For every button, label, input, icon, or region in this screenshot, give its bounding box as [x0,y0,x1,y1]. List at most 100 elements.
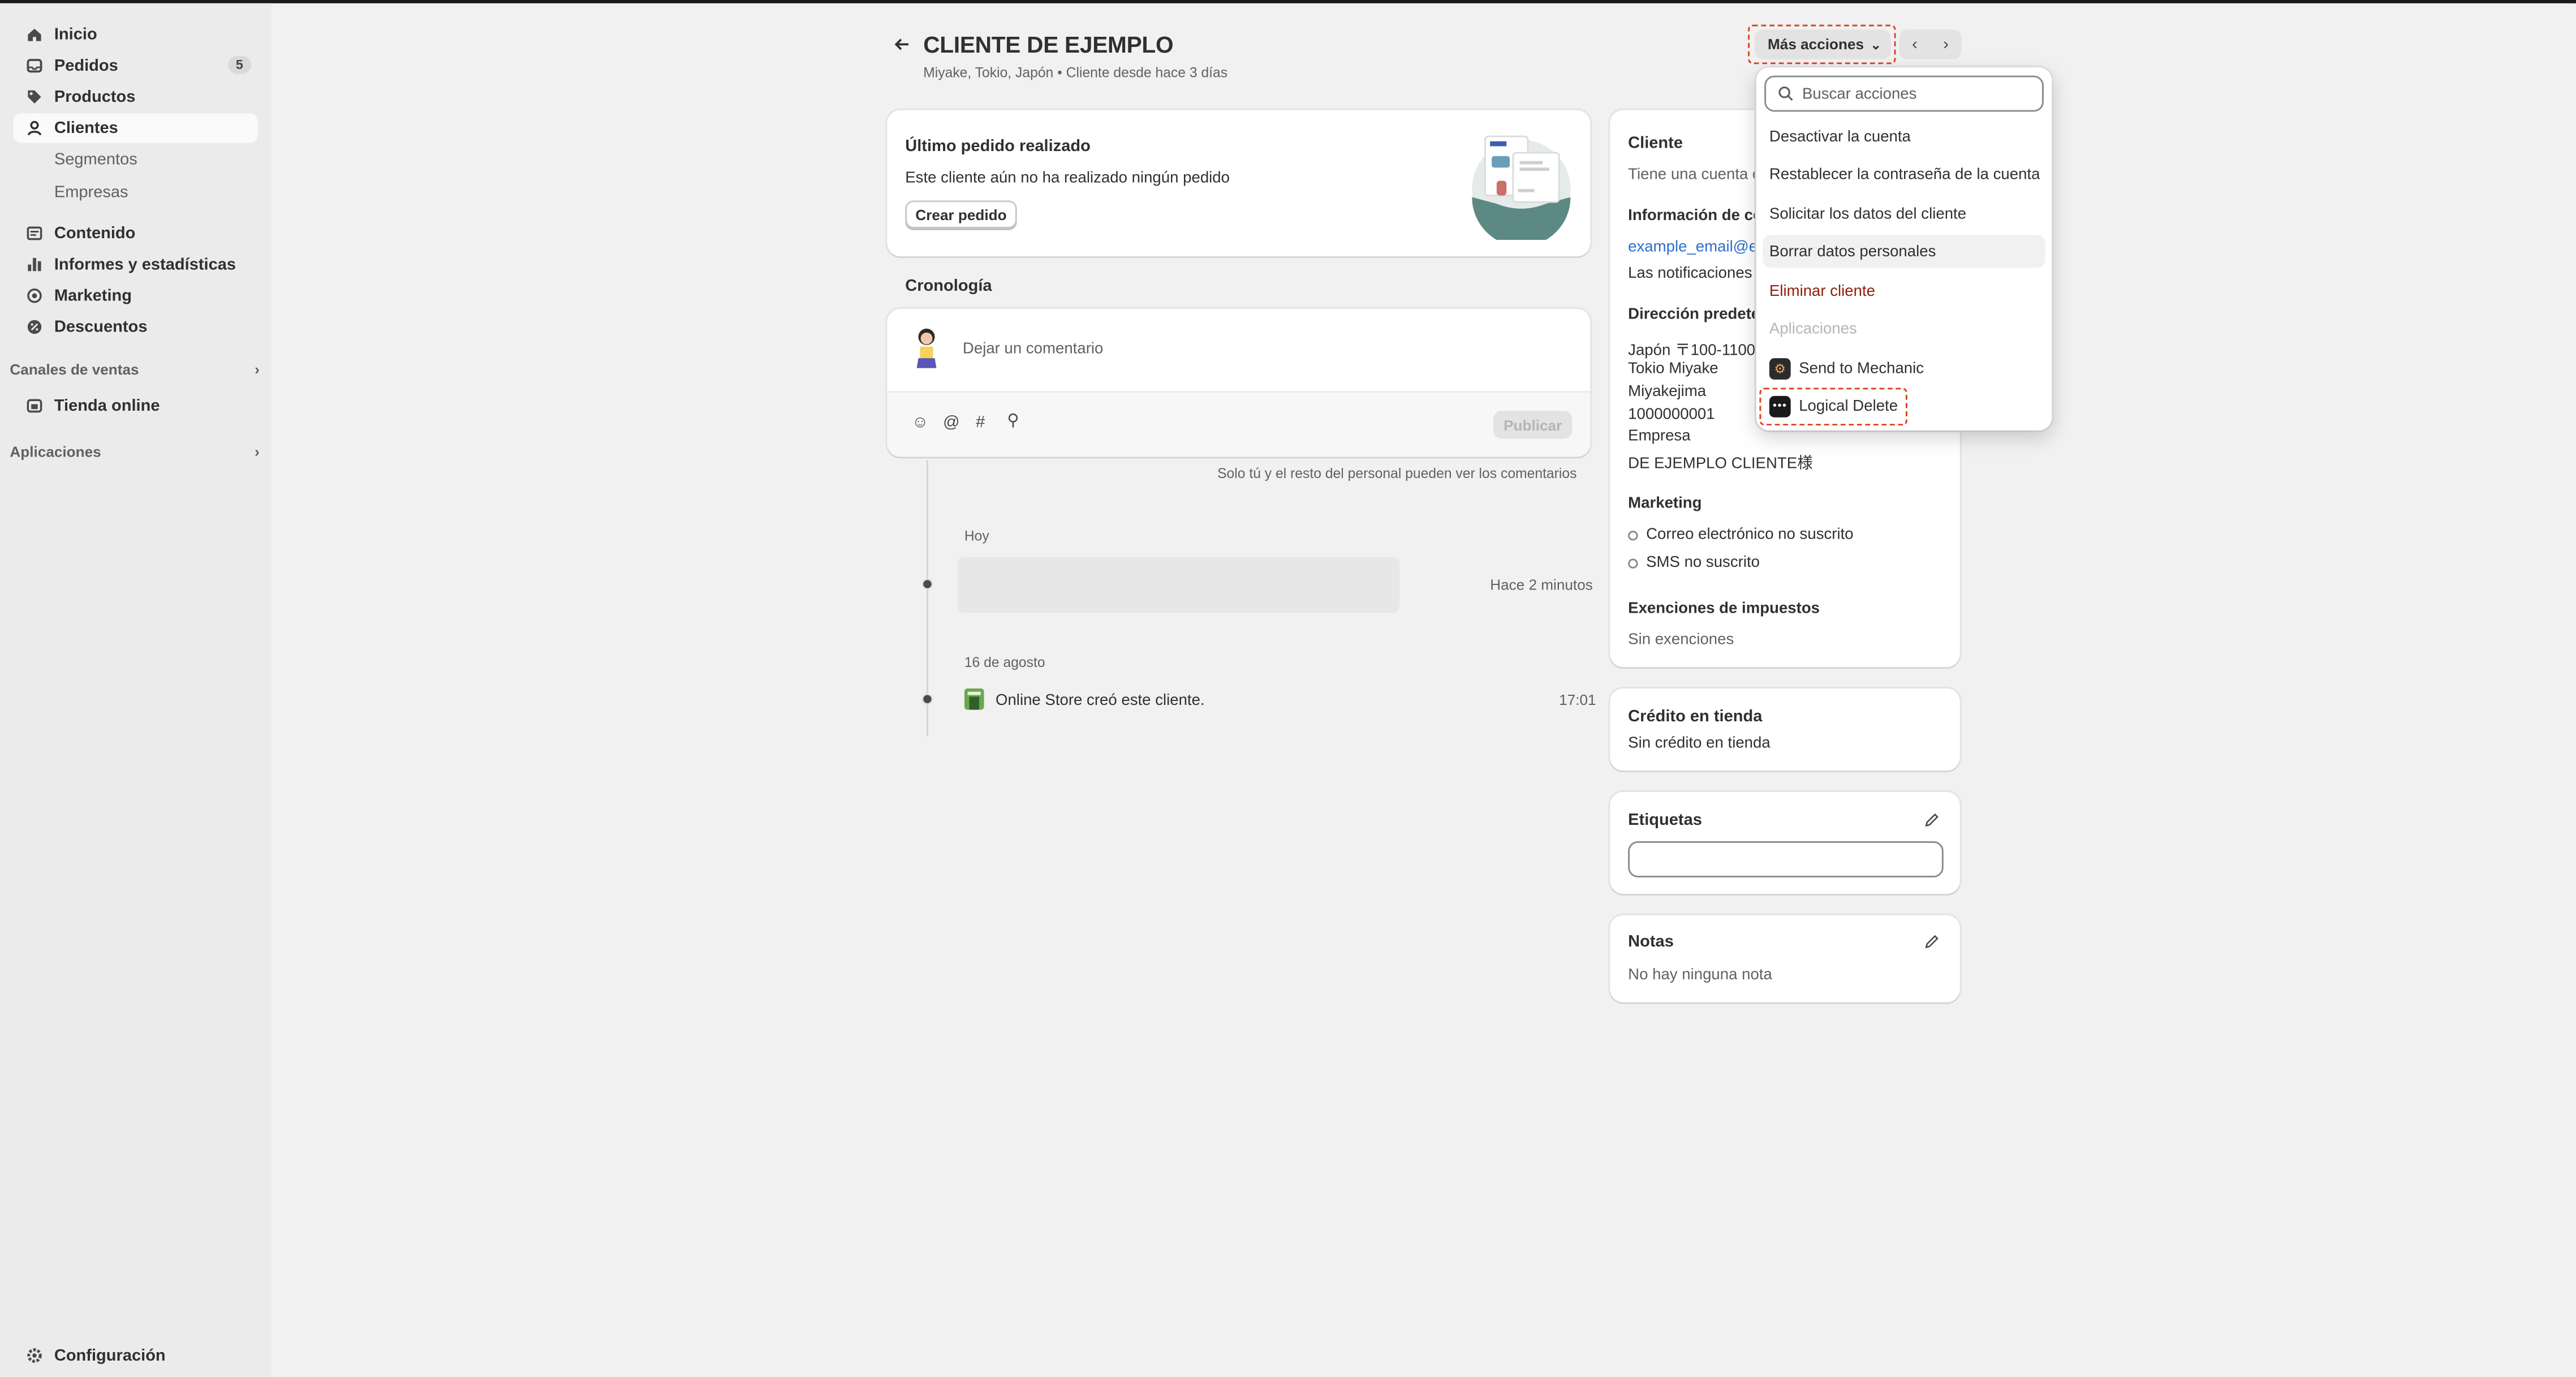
sidebar-item-customers[interactable]: Clientes [13,113,258,143]
menu-item-label: Send to Mechanic [1799,359,1924,377]
next-customer-button[interactable]: › [1930,29,1962,59]
sidebar-item-label: Clientes [54,119,118,137]
create-order-button[interactable]: Crear pedido [905,200,1017,229]
gear-icon [25,1346,45,1366]
app-window: Inicio Pedidos 5 Productos Clientes Segm… [0,0,2576,1377]
sales-channels-heading[interactable]: Canales de ventas › [10,362,259,378]
sidebar-item-home[interactable]: Inicio [13,20,258,49]
chevron-left-icon: ‹ [1912,35,1918,54]
address-heading: Dirección predete [1628,305,1760,324]
orders-count-badge: 5 [227,55,252,74]
page-subtitle: Miyake, Tokio, Japón • Cliente desde hac… [923,64,1228,81]
previous-customer-button[interactable]: ‹ [1899,29,1931,59]
tags-input[interactable] [1628,841,1944,877]
sidebar-item-label: Empresas [54,183,128,201]
apps-heading[interactable]: Aplicaciones › [10,444,259,460]
store-credit-card: Crédito en tienda Sin crédito en tienda [1610,688,1960,771]
tag-icon [25,87,45,107]
sidebar-item-marketing[interactable]: Marketing [13,281,258,311]
comment-input[interactable]: Dejar un comentario [963,340,1103,358]
comment-card: Dejar un comentario ☺ @ # ⚲ Publicar [887,309,1591,457]
address-line: Japón 〒100-1100 [1628,342,1756,360]
sidebar-item-reports[interactable]: Informes y estadísticas [13,249,258,279]
back-arrow-icon[interactable] [892,35,912,54]
sidebar-item-label: Segmentos [54,150,137,169]
inbox-icon [25,56,45,76]
person-icon [25,118,45,138]
menu-item-reset-password[interactable]: Restablecer la contraseña de la cuenta [1763,158,2045,191]
sidebar-item-segments[interactable]: Segmentos [13,145,258,174]
search-actions-input[interactable] [1802,84,2032,103]
sidebar-item-products[interactable]: Productos [13,82,258,111]
menu-item-send-to-mechanic[interactable]: ⚙ Send to Mechanic [1763,352,2045,385]
sidebar-item-label: Pedidos [54,57,118,75]
tags-title: Etiquetas [1628,811,1702,830]
menu-item-deactivate-account[interactable]: Desactivar la cuenta [1763,120,2045,153]
sidebar-item-orders[interactable]: Pedidos 5 [13,51,258,80]
customer-email-link[interactable]: example_email@e [1628,238,1757,256]
sidebar-item-label: Tienda online [54,397,160,415]
timeline-title: Cronología [905,277,992,296]
marketing-heading: Marketing [1628,494,1702,513]
sidebar-item-companies[interactable]: Empresas [13,178,258,207]
sidebar-item-discounts[interactable]: Descuentos [13,312,258,342]
timeline-today-label: Hoy [964,527,989,544]
sidebar-item-label: Contenido [54,224,136,243]
address-line: Miyakejima [1628,382,1707,401]
sidebar-item-label: Inicio [54,25,97,44]
store-credit-title: Crédito en tienda [1628,708,1763,726]
notes-value: No hay ninguna nota [1628,966,1772,984]
avatar-icon [916,328,937,368]
menu-item-request-data[interactable]: Solicitar los datos del cliente [1763,197,2045,230]
edit-pencil-icon[interactable] [1924,812,1940,828]
sidebar-item-online-store[interactable]: Tienda online [13,391,258,420]
chart-icon [25,255,45,274]
emoji-icon[interactable]: ☺ [912,414,929,432]
email-marketing-status: Correo electrónico no suscrito [1646,526,1854,544]
address-line: Tokio Miyake [1628,360,1718,378]
online-store-icon [964,688,984,710]
menu-apps-heading: Aplicaciones [1769,320,1857,339]
notes-card: Notas No hay ninguna nota [1610,915,1960,1002]
content-icon [25,223,45,243]
timeline-event-time: 17:01 [1559,691,1596,708]
mechanic-app-icon: ⚙ [1769,357,1791,379]
account-status: Tiene una cuenta d [1628,166,1761,184]
store-icon [25,396,45,416]
hashtag-icon[interactable]: # [976,414,985,432]
sales-channels-label: Canales de ventas [10,361,139,378]
sidebar-item-label: Configuración [54,1346,166,1365]
mention-icon[interactable]: @ [943,414,959,432]
menu-item-erase-personal-data[interactable]: Borrar datos personales [1763,235,2045,268]
timeline-event-text: Online Store creó este cliente. [996,691,1205,710]
sidebar: Inicio Pedidos 5 Productos Clientes Segm… [0,3,272,1377]
sidebar-item-label: Marketing [54,286,132,305]
edit-pencil-icon[interactable] [1924,933,1940,950]
timeline-dot [921,578,933,590]
timeline-dot [921,693,933,705]
sms-status-dot [1628,558,1638,569]
comment-toolbar: ☺ @ # ⚲ Publicar [887,391,1591,457]
home-icon [25,25,45,45]
search-actions-field[interactable] [1764,75,2044,112]
highlight-logical-delete [1759,388,1907,426]
timeline-event-placeholder [958,557,1400,613]
tax-value: Sin exenciones [1628,631,1734,649]
attachment-icon[interactable]: ⚲ [1007,412,1019,431]
sidebar-item-settings[interactable]: Configuración [13,1341,258,1370]
chevron-right-icon: › [255,361,260,378]
top-bar [0,0,2576,3]
more-actions-menu: Desactivar la cuenta Restablecer la cont… [1756,67,2052,431]
sidebar-item-label: Informes y estadísticas [54,255,236,274]
menu-item-delete-customer[interactable]: Eliminar cliente [1763,274,2045,307]
customer-card-title: Cliente [1628,135,1683,153]
sidebar-item-label: Descuentos [54,317,148,336]
privacy-note: Solo tú y el resto del personal pueden v… [1217,464,1577,481]
sidebar-item-content[interactable]: Contenido [13,218,258,248]
search-icon [1778,86,1793,101]
publish-button[interactable]: Publicar [1493,411,1573,439]
chevron-right-icon: › [255,444,260,461]
timeline-event-time: Hace 2 minutos [1490,576,1593,593]
address-line: DE EJEMPLO CLIENTE様 [1628,455,1813,474]
order-illustration-icon [1472,135,1571,240]
